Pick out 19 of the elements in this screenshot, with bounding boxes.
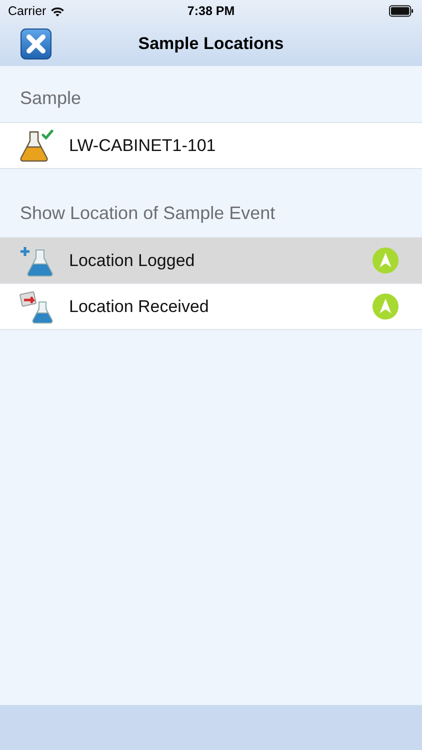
close-icon bbox=[20, 28, 52, 60]
screen-title: Sample Locations bbox=[138, 34, 284, 54]
section-header: Sample bbox=[19, 87, 82, 110]
wifi-icon bbox=[50, 6, 66, 16]
flask-transfer-icon bbox=[19, 290, 55, 324]
status-time: 7:38 PM bbox=[187, 4, 235, 18]
row-label: Location Logged bbox=[69, 250, 195, 270]
list-row[interactable]: LW-CABINET1-101 bbox=[0, 123, 422, 169]
navigate-button[interactable] bbox=[372, 293, 399, 320]
list-row[interactable]: Location Logged bbox=[0, 238, 422, 284]
navigate-button[interactable] bbox=[372, 247, 399, 274]
close-button[interactable] bbox=[20, 28, 52, 60]
battery-icon bbox=[389, 5, 414, 17]
flask-check-icon bbox=[19, 128, 55, 162]
row-label: Location Received bbox=[69, 296, 209, 316]
section-header: Show Location of Sample Event bbox=[19, 202, 276, 225]
carrier-name: Carrier bbox=[8, 4, 46, 18]
row-label: LW-CABINET1-101 bbox=[69, 136, 216, 156]
list-row[interactable]: Location Received bbox=[0, 284, 422, 330]
